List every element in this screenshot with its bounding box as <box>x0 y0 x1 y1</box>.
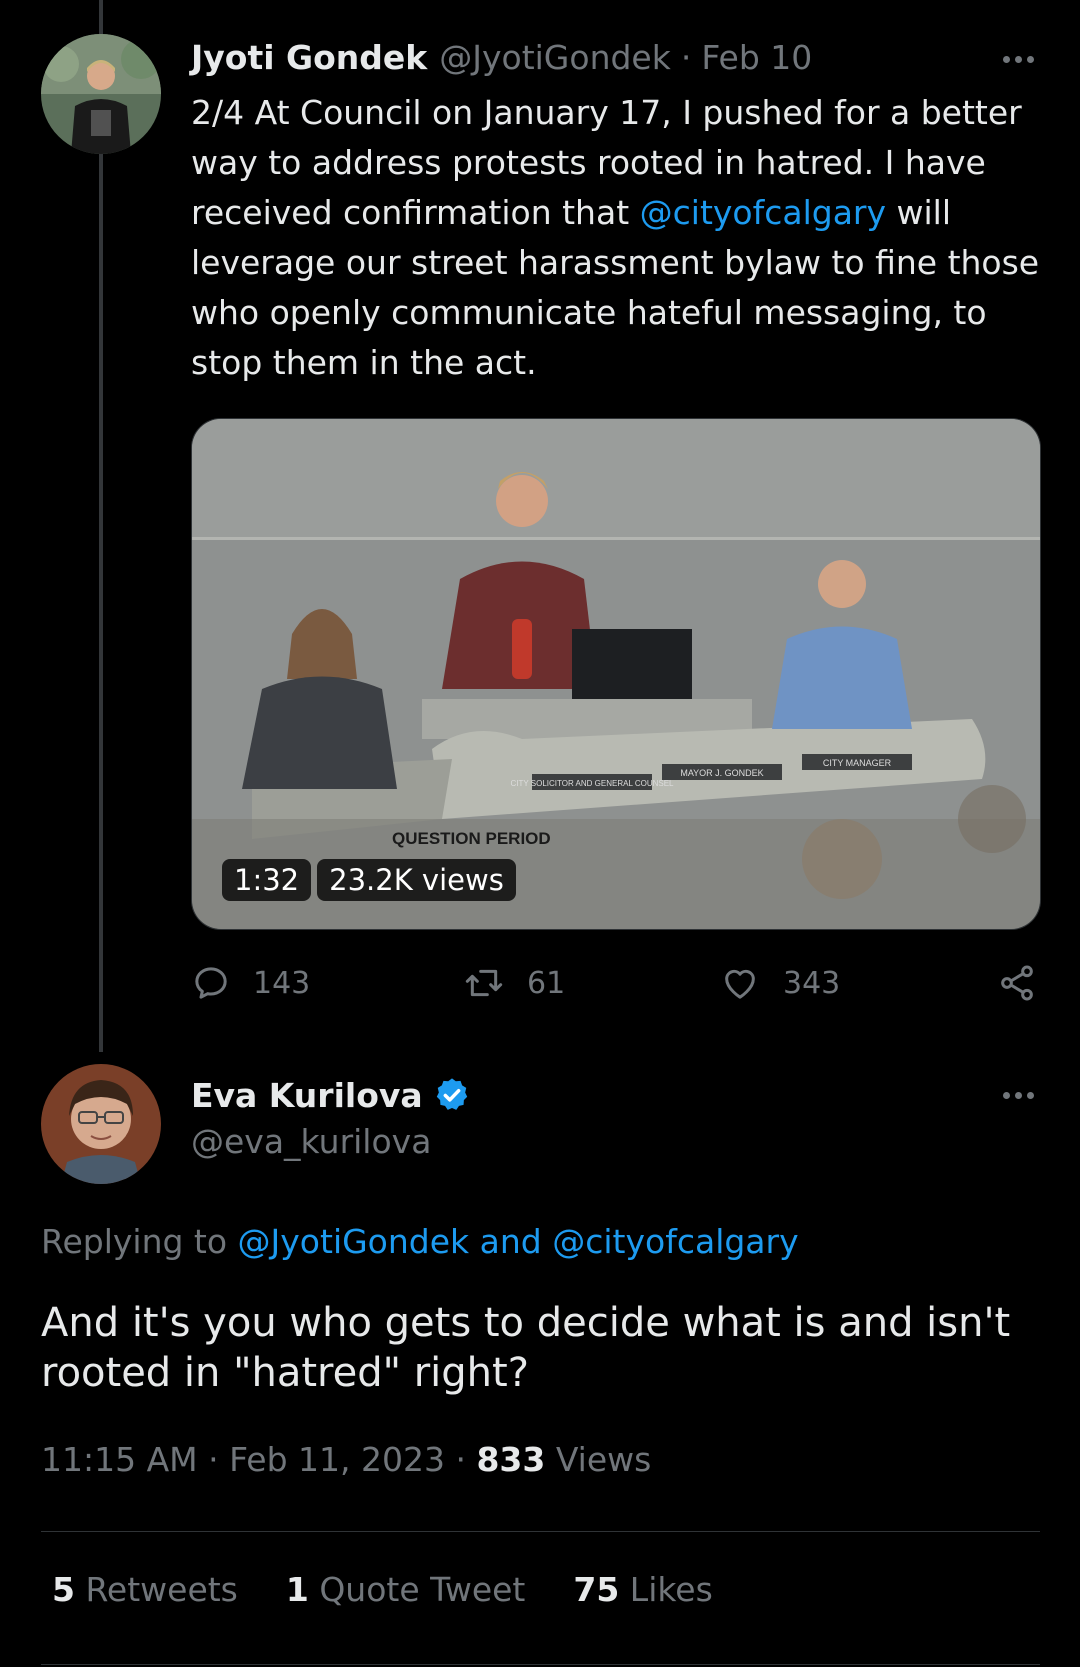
likes-stat[interactable]: 75 Likes <box>573 1570 712 1609</box>
tweet1-header: Jyoti Gondek @JyotiGondek · Feb 10 <box>191 34 812 80</box>
divider <box>41 1664 1040 1665</box>
video-player[interactable]: CITY SOLICITOR AND GENERAL COUNSEL MAYOR… <box>191 418 1041 930</box>
share-icon <box>1001 965 1033 1001</box>
avatar-eva-kurilova[interactable] <box>41 1064 161 1184</box>
tweet-meta: 11:15 AM · Feb 11, 2023 · 833 Views <box>41 1440 651 1479</box>
timestamp[interactable]: 11:15 AM · Feb 11, 2023 · <box>41 1440 476 1479</box>
nameplate-right: CITY MANAGER <box>823 758 892 768</box>
thread-connector-line <box>99 0 103 1052</box>
tweet-stats: 5 Retweets 1 Quote Tweet 75 Likes <box>52 1570 713 1609</box>
retweet-count: 61 <box>527 965 566 1001</box>
display-name[interactable]: Jyoti Gondek <box>191 38 427 77</box>
reply-button[interactable]: 143 <box>191 958 310 1008</box>
tweet-text: 2/4 At Council on January 17, I pushed f… <box>191 88 1051 388</box>
quotes-count: 1 <box>285 1570 309 1609</box>
retweets-label: Retweets <box>74 1570 238 1609</box>
more-icon[interactable] <box>993 1080 1043 1110</box>
replying-connector: and <box>469 1222 553 1261</box>
avatar-jyoti-gondek[interactable] <box>41 34 161 154</box>
separator-dot: · <box>680 37 692 77</box>
replying-prefix: Replying to <box>41 1222 238 1261</box>
views-count: 833 <box>476 1440 546 1479</box>
verified-badge-icon <box>436 1078 467 1110</box>
retweets-stat[interactable]: 5 Retweets <box>52 1570 238 1609</box>
nameplate-left: CITY SOLICITOR AND GENERAL COUNSEL <box>510 779 674 788</box>
quotes-label: Quote Tweet <box>308 1570 526 1609</box>
display-name[interactable]: Eva Kurilova <box>191 1076 423 1115</box>
nameplate-center: MAYOR J. GONDEK <box>680 768 763 778</box>
retweet-button[interactable]: 61 <box>463 958 565 1008</box>
likes-count: 75 <box>573 1570 620 1609</box>
divider <box>41 1531 1040 1532</box>
video-views: 23.2K views <box>317 859 516 901</box>
like-count: 343 <box>783 965 841 1001</box>
tweet-text: And it's you who gets to decide what is … <box>41 1300 1011 1396</box>
share-button[interactable] <box>997 958 1037 1008</box>
tweet-date[interactable]: Feb 10 <box>701 38 812 77</box>
like-icon <box>725 969 755 999</box>
reply-icon <box>195 967 227 999</box>
retweet-icon <box>465 969 503 997</box>
likes-label: Likes <box>619 1570 713 1609</box>
replying-to: Replying to @JyotiGondek and @cityofcalg… <box>41 1222 799 1261</box>
mention-link[interactable]: @cityofcalgary <box>640 193 886 232</box>
tweet2-name-row: Eva Kurilova <box>191 1070 471 1120</box>
quote-tweets-stat[interactable]: 1 Quote Tweet <box>286 1570 526 1609</box>
video-thumbnail: CITY SOLICITOR AND GENERAL COUNSEL MAYOR… <box>192 419 1040 929</box>
mention-link[interactable]: @JyotiGondek <box>238 1222 470 1261</box>
user-handle[interactable]: @eva_kurilova <box>191 1122 431 1161</box>
views-label: Views <box>545 1440 652 1479</box>
video-duration: 1:32 <box>222 859 312 901</box>
retweets-count: 5 <box>52 1570 75 1609</box>
mention-link[interactable]: @cityofcalgary <box>552 1222 798 1261</box>
like-button[interactable]: 343 <box>719 958 840 1008</box>
user-handle[interactable]: @JyotiGondek <box>439 38 671 77</box>
more-icon[interactable] <box>993 44 1043 74</box>
video-badges: 1:32 23.2K views <box>222 859 516 901</box>
tweet-actions: 143 61 343 <box>191 958 1051 1008</box>
reply-count: 143 <box>253 965 311 1001</box>
question-period-caption: QUESTION PERIOD <box>392 829 551 848</box>
